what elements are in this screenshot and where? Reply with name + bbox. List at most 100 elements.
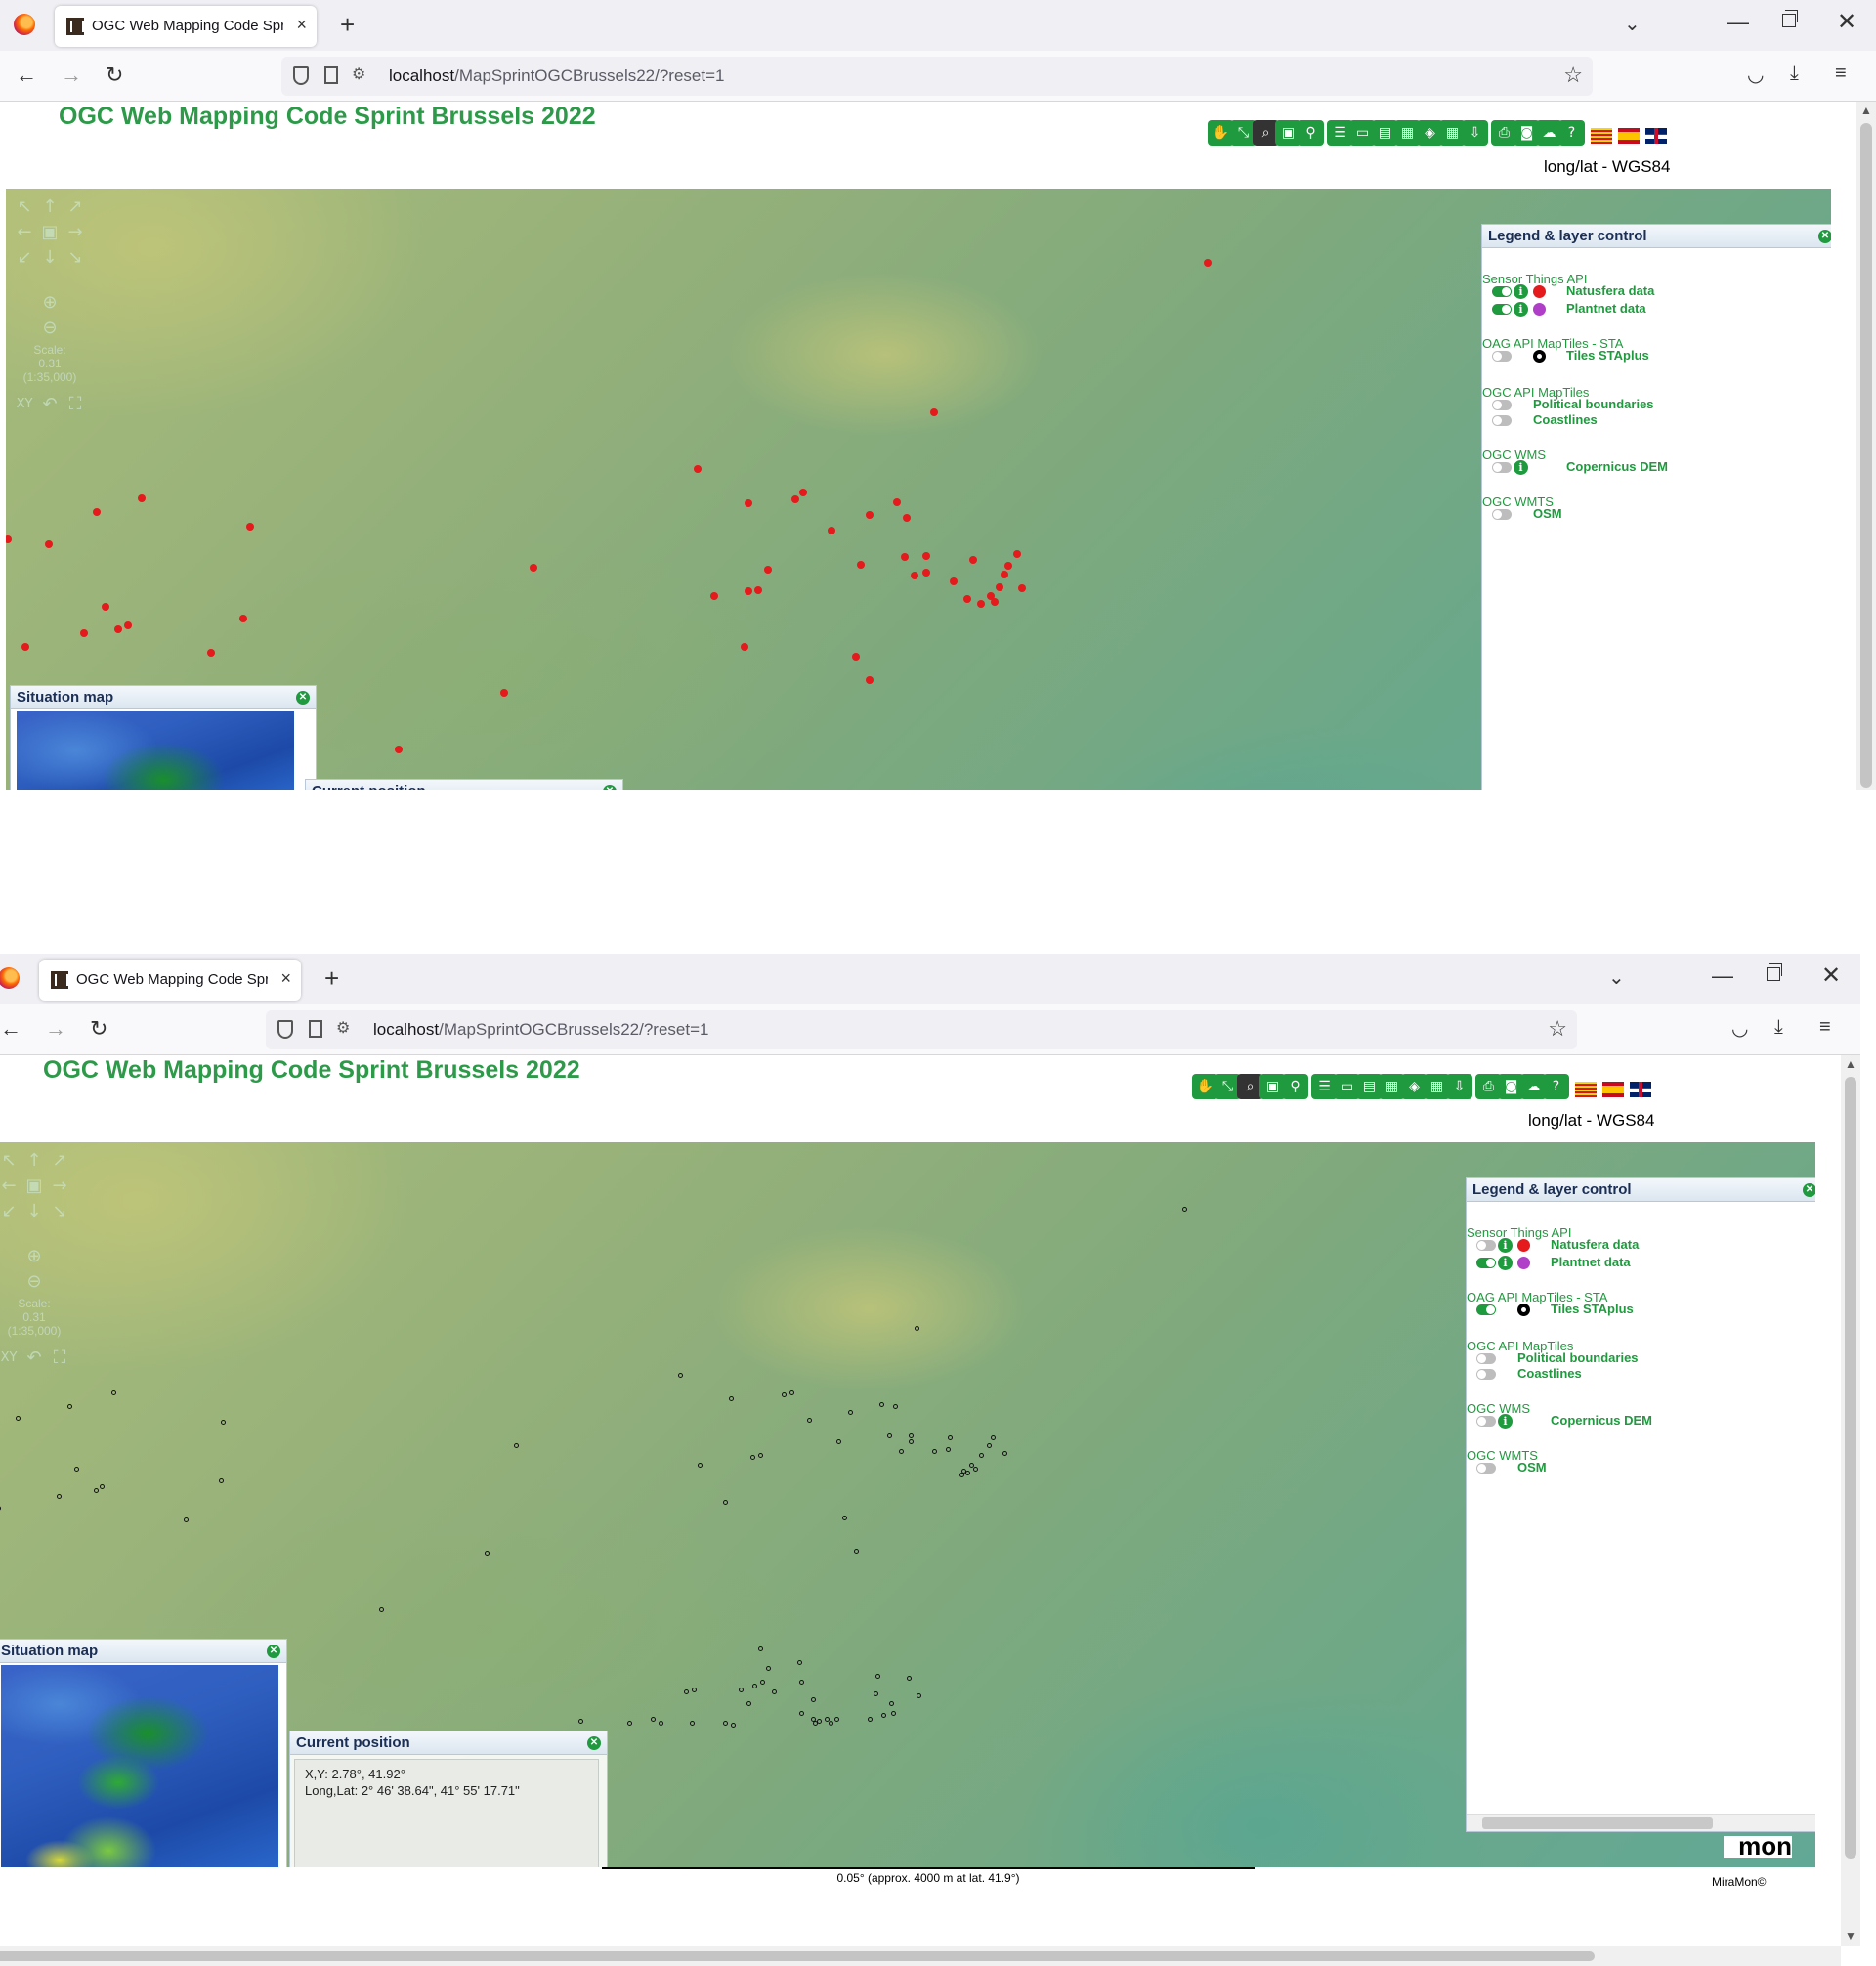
firefox-icon[interactable] [14,14,35,35]
natusfera-point[interactable] [1013,550,1021,558]
new-tab-button[interactable]: + [324,963,339,994]
arrow-n-icon[interactable]: ↑ [23,1150,45,1172]
plantnet-point[interactable] [907,1676,912,1681]
legend-layer-osm[interactable]: OSM [1533,506,1562,521]
page-horizontal-scrollbar[interactable] [0,1946,1841,1966]
download-icon[interactable]: ⇩ [1462,120,1488,146]
plantnet-point[interactable] [379,1607,384,1612]
plantnet-point[interactable] [909,1433,914,1438]
menu-icon[interactable]: ≡ [1835,63,1847,85]
flag-catalan-icon[interactable] [1591,128,1612,144]
browser-tab[interactable]: OGC Web Mapping Code Sprint × [39,960,301,1001]
tracking-shield-icon[interactable] [293,66,309,85]
help-icon[interactable]: ? [1558,120,1585,146]
natusfera-info-icon[interactable]: i [1514,284,1528,299]
legend-layer-tiles_staplus[interactable]: Tiles STAplus [1566,348,1649,363]
arrow-se-icon[interactable]: ↘ [49,1201,70,1222]
plantnet-point[interactable] [221,1420,226,1425]
legend-layer-plantnet[interactable]: Plantnet data [1566,301,1646,316]
url-text[interactable]: localhost/MapSprintOGCBrussels22/?reset=… [373,1020,708,1040]
plantnet-point[interactable] [965,1471,970,1475]
help-icon[interactable]: ? [1543,1074,1569,1099]
restore-icon[interactable] [1767,963,1782,981]
natusfera-point[interactable] [6,535,12,543]
plantnet-point[interactable] [868,1717,873,1722]
plantnet-point[interactable] [797,1660,802,1665]
arrow-ne-icon[interactable]: ↗ [64,196,86,218]
legend-layer-tiles_staplus[interactable]: Tiles STAplus [1551,1302,1634,1316]
arrow-sw-icon[interactable]: ↙ [0,1201,20,1222]
plantnet-point[interactable] [67,1404,72,1409]
arrow-e-icon[interactable]: → [64,222,86,243]
tiles-staplus-toggle[interactable] [1476,1304,1496,1315]
back-icon[interactable]: ← [16,63,37,88]
firefox-icon[interactable] [0,967,20,989]
browser-tab[interactable]: OGC Web Mapping Code Sprint × [55,6,317,47]
scroll-down-icon[interactable]: ▼ [1845,1929,1856,1943]
minimize-icon[interactable]: — [1712,963,1733,989]
plantnet-point[interactable] [829,1721,833,1726]
plantnet-point[interactable] [758,1453,763,1458]
natusfera-info-icon[interactable]: i [1498,1238,1513,1253]
natusfera-point[interactable] [1204,259,1212,267]
plantnet-point[interactable] [973,1467,978,1472]
legend-close-icon[interactable]: ✕ [1803,1183,1815,1197]
xy-coordinates-button[interactable]: XY [14,394,35,415]
natusfera-point[interactable] [963,595,971,603]
plantnet-point[interactable] [881,1713,886,1718]
natusfera-point[interactable] [207,649,215,657]
plantnet-point[interactable] [57,1494,62,1499]
forward-icon[interactable]: → [45,1016,66,1042]
plantnet-point[interactable] [752,1684,757,1688]
plantnet-point[interactable] [651,1717,656,1722]
natusfera-point[interactable] [930,408,938,416]
copernicus-info-icon[interactable]: i [1498,1414,1513,1429]
natusfera-point[interactable] [745,499,752,507]
plantnet-point[interactable] [813,1721,818,1726]
menu-icon[interactable]: ≡ [1819,1016,1831,1039]
legend-layer-natusfera[interactable]: Natusfera data [1551,1237,1639,1252]
natusfera-toggle[interactable] [1492,286,1512,297]
plantnet-info-icon[interactable]: i [1498,1256,1513,1270]
legend-layer-political[interactable]: Political boundaries [1533,397,1654,411]
legend-layer-natusfera[interactable]: Natusfera data [1566,283,1654,298]
fullscreen-icon[interactable]: ⛶ [64,394,86,415]
plantnet-point[interactable] [915,1326,919,1331]
plantnet-point[interactable] [799,1711,804,1716]
plantnet-point[interactable] [811,1697,816,1702]
arrow-ne-icon[interactable]: ↗ [49,1150,70,1172]
natusfera-point[interactable] [80,629,88,637]
current-position-close-icon[interactable]: ✕ [587,1736,601,1750]
natusfera-point[interactable] [977,600,985,608]
legend-scroll-thumb[interactable] [1482,1817,1713,1829]
plantnet-point[interactable] [219,1478,224,1483]
arrow-n-icon[interactable]: ↑ [39,196,61,218]
natusfera-point[interactable] [114,625,122,633]
flag-english-icon[interactable] [1630,1082,1651,1097]
page-hscroll-thumb[interactable] [0,1951,1595,1961]
natusfera-point[interactable] [922,569,930,577]
natusfera-point[interactable] [911,572,918,579]
plantnet-point[interactable] [879,1402,884,1407]
plantnet-point[interactable] [1182,1207,1187,1212]
map-view[interactable]: ↖ ↑ ↗ ← ▣ → ↙ ↓ ↘ ⊕ ⊖ Scale: 0.31 (1:35,000) XY ↶ ⛶ Lege… [0,1142,1815,1867]
plantnet-point[interactable] [0,1506,1,1511]
page-info-icon[interactable] [309,1020,322,1038]
plantnet-point[interactable] [789,1390,794,1395]
plantnet-point[interactable] [739,1688,744,1692]
natusfera-point[interactable] [124,621,132,629]
plantnet-point[interactable] [692,1688,697,1692]
page-vertical-scrollbar[interactable]: ▲ ▼ [1841,1055,1860,1946]
plantnet-point[interactable] [766,1666,771,1671]
natusfera-point[interactable] [246,523,254,531]
copernicus-info-icon[interactable]: i [1514,460,1528,475]
plantnet-point[interactable] [627,1721,632,1726]
natusfera-point[interactable] [1001,571,1008,578]
plantnet-point[interactable] [848,1410,853,1415]
legend-title[interactable]: Legend & layer control [1467,1178,1815,1202]
legend-layer-copernicus[interactable]: Copernicus DEM [1551,1413,1652,1428]
plantnet-point[interactable] [874,1691,878,1696]
plantnet-point[interactable] [684,1689,689,1694]
back-icon[interactable]: ← [0,1016,21,1042]
natusfera-point[interactable] [901,553,909,561]
